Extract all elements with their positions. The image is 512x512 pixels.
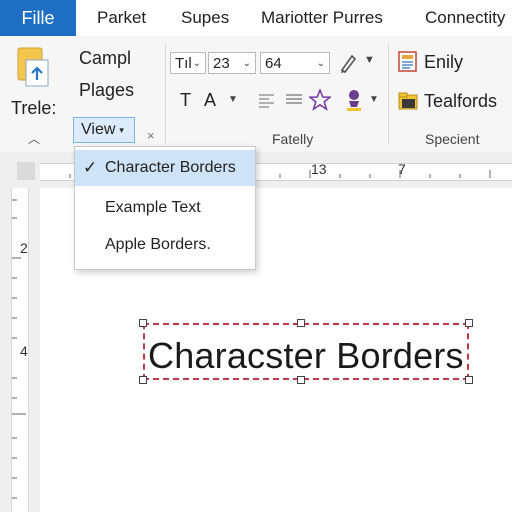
resize-handle-top-right[interactable] <box>465 319 473 327</box>
resize-handle-top-left[interactable] <box>139 319 147 327</box>
right-group-label: Specient <box>425 131 480 147</box>
spacing-value: 64 <box>265 55 282 72</box>
menu-item-example-text[interactable]: Example Text <box>75 190 255 226</box>
tab-mariotter-purres[interactable]: Mariotter Purres <box>261 0 383 36</box>
highlight-icon[interactable] <box>344 88 364 112</box>
document-text[interactable]: Characster Borders <box>148 335 464 377</box>
checkmark-icon: ✓ <box>83 158 98 177</box>
ruler-number-13: 13 <box>311 161 327 177</box>
font-color-dropdown-icon[interactable]: ▼ <box>228 94 238 105</box>
font-size-combo[interactable]: 23 ⌄ <box>208 52 256 74</box>
spacing-combo[interactable]: 64 ⌄ <box>260 52 330 74</box>
star-icon[interactable] <box>309 89 331 111</box>
tealfords-button[interactable]: Tealfords <box>424 91 497 112</box>
text-format-glyph[interactable]: T <box>180 90 191 111</box>
view-dropdown-menu: ✓ Character Borders Example Text Apple B… <box>74 146 256 270</box>
trele-label[interactable]: Trele: <box>11 98 56 119</box>
font-color-glyph[interactable]: A <box>204 90 216 111</box>
font-name-combo[interactable]: Tıl ⌄ <box>170 52 206 74</box>
chevron-down-icon: ⌄ <box>242 58 251 69</box>
chevron-down-icon: ▾ <box>119 125 124 135</box>
dialog-launcher-icon[interactable]: × <box>147 128 155 143</box>
ribbon-tab-bar: Fille Parket Supes Mariotter Purres Conn… <box>0 0 512 36</box>
chevron-down-icon: ⌄ <box>192 58 201 69</box>
chevron-down-icon: ⌄ <box>316 58 325 69</box>
ruler-number-2: 2 <box>20 240 28 256</box>
resize-handle-bottom-right[interactable] <box>465 376 473 384</box>
align-justify-icon[interactable] <box>285 92 303 108</box>
document-icon[interactable] <box>398 51 418 73</box>
enily-button[interactable]: Enily <box>424 52 463 73</box>
plages-button[interactable]: Plages <box>79 80 134 101</box>
ruler-number-7: 7 <box>398 161 406 177</box>
collapse-caret-icon[interactable]: ︿ <box>28 130 40 147</box>
resize-handle-top[interactable] <box>297 319 305 327</box>
menu-item-label: Example Text <box>105 199 201 216</box>
tab-parket[interactable]: Parket <box>97 0 146 36</box>
ruler-corner <box>17 162 35 180</box>
view-button-label: View <box>81 121 116 139</box>
resize-handle-bottom-left[interactable] <box>139 376 147 384</box>
font-group-label: Fatelly <box>272 131 314 147</box>
menu-item-label: Apple Borders. <box>105 236 211 253</box>
view-dropdown-button[interactable]: View ▾ <box>73 117 135 143</box>
font-name-value: Tıl <box>175 55 192 72</box>
tab-connectity[interactable]: Connectity <box>425 0 505 36</box>
tab-supes[interactable]: Supes <box>181 0 229 36</box>
campl-button[interactable]: Campl <box>79 48 131 69</box>
tab-file[interactable]: Fille <box>0 0 76 36</box>
ribbon-separator <box>165 44 166 144</box>
pen-dropdown-icon[interactable]: ▼ <box>364 54 375 66</box>
ruler-number-4: 4 <box>20 343 28 359</box>
pen-icon[interactable] <box>338 52 358 74</box>
paste-icon[interactable] <box>16 46 52 88</box>
align-left-icon[interactable] <box>258 92 276 108</box>
menu-item-apple-borders[interactable]: Apple Borders. <box>75 227 255 263</box>
font-size-value: 23 <box>213 55 230 72</box>
ribbon-separator <box>388 44 389 144</box>
highlight-dropdown-icon[interactable]: ▼ <box>369 94 379 105</box>
resize-handle-bottom[interactable] <box>297 376 305 384</box>
menu-item-label: Character Borders <box>105 159 236 176</box>
menu-item-character-borders[interactable]: ✓ Character Borders <box>75 150 255 186</box>
folder-icon[interactable] <box>398 91 418 111</box>
